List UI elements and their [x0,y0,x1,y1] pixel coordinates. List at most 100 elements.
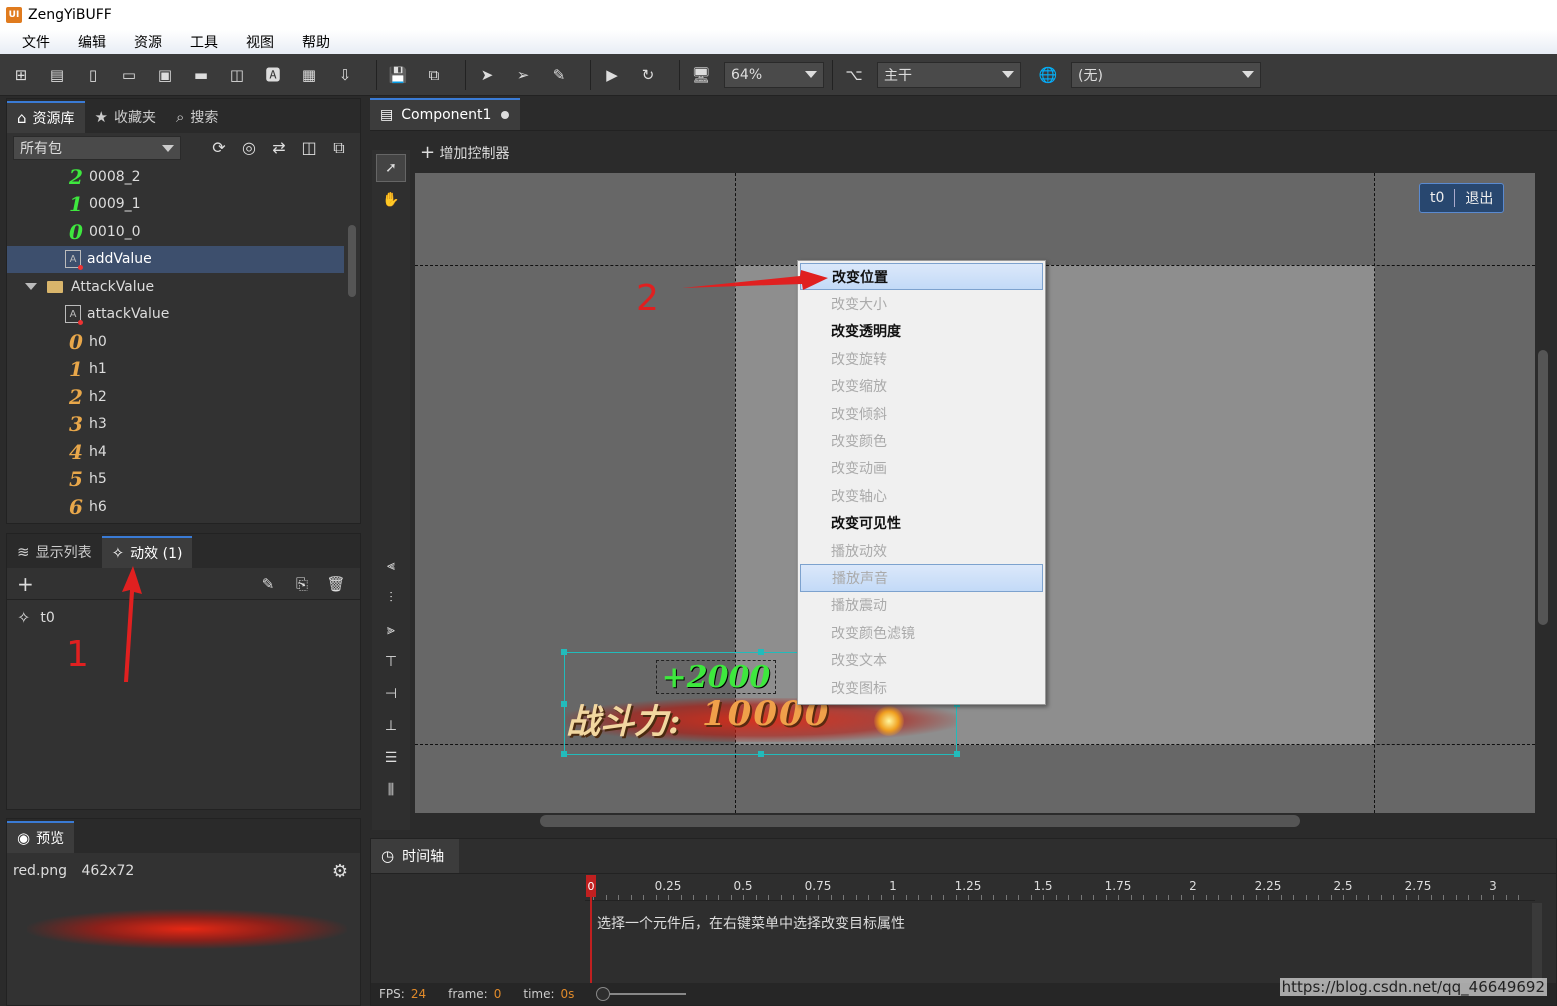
new-button-icon[interactable]: ▭ [116,62,142,88]
tree-item[interactable]: 2 h2 [7,383,344,411]
branch-select[interactable]: 主干 [877,61,1021,88]
language-select[interactable]: (无) [1071,61,1261,88]
context-menu-item[interactable]: 改变缩放 [800,373,1043,400]
tab-effects[interactable]: ✧ 动效 (1) [101,536,193,568]
context-menu-item[interactable]: 改变倾斜 [800,400,1043,427]
copy-icon[interactable]: ⎘ [292,575,312,593]
context-menu-item[interactable]: 改变位置 [800,263,1043,291]
align-center-icon[interactable]: ⫶ [376,584,406,612]
menu-help[interactable]: 帮助 [296,32,336,52]
package-select[interactable]: 所有包 [13,136,181,160]
context-menu-item[interactable]: 改变大小 [800,290,1043,317]
new-combo-icon[interactable]: ▣ [152,62,178,88]
context-menu-item[interactable]: 改变图标 [800,674,1043,701]
tab-search[interactable]: ⌕ 搜索 [165,101,229,133]
distribute-h-icon[interactable]: ⫼ [376,776,406,804]
controller-name[interactable]: t0 [1420,190,1454,206]
exit-button[interactable]: 退出 [1455,188,1503,208]
gear-icon[interactable]: ⚙ [332,861,348,882]
menu-resources[interactable]: 资源 [128,32,168,52]
new-component-icon[interactable]: ▤ [44,62,70,88]
tab-display-list[interactable]: ≋ 显示列表 [7,536,102,568]
stage-vscrollbar[interactable] [1538,350,1548,625]
tree-item[interactable]: AttackValue [7,273,344,301]
refresh-icon[interactable]: ⟳ [209,138,229,158]
tree-item[interactable]: 1 h1 [7,356,344,384]
new-progress-icon[interactable]: ▬ [188,62,214,88]
tree-item[interactable]: 2 0008_2 [7,163,344,191]
zoom-select[interactable]: 64% [724,61,824,88]
context-menu-item[interactable]: 播放动效 [800,537,1043,564]
locate-icon[interactable]: ◎ [239,138,259,158]
context-menu-item[interactable]: 改变文本 [800,646,1043,673]
globe-icon[interactable]: 🌐 [1035,62,1061,88]
save-all-icon[interactable]: ⧉ [421,62,447,88]
pointer-icon[interactable]: ➚ [376,154,406,182]
resize-handle[interactable] [758,751,764,757]
split-view-icon[interactable]: ◫ [299,138,319,158]
context-menu-item[interactable]: 改变旋转 [800,345,1043,372]
save-icon[interactable]: 💾 [385,62,411,88]
tab-timeline[interactable]: ◷ 时间轴 [371,839,459,873]
trash-icon[interactable]: 🗑 [326,575,346,593]
context-menu-item[interactable]: 改变轴心 [800,482,1043,509]
publish-settings-icon[interactable]: ✎ [546,62,572,88]
distribute-v-icon[interactable]: ☰ [376,744,406,772]
new-movieclip-icon[interactable]: ▦ [296,62,322,88]
new-slider-icon[interactable]: ◫ [224,62,250,88]
new-package-icon[interactable]: ⊞ [8,62,34,88]
edit-icon[interactable]: ✎ [258,575,278,593]
screen-icon[interactable]: 🖥 [688,62,714,88]
tab-preview[interactable]: ◉ 预览 [7,821,75,853]
swap-icon[interactable]: ⇄ [269,138,289,158]
stage-hscrollbar[interactable] [540,815,1300,827]
tab-favorites[interactable]: ★ 收藏夹 [84,101,166,133]
menu-view[interactable]: 视图 [240,32,280,52]
publish-icon[interactable]: ➤ [474,62,500,88]
tree-item[interactable]: 0 h0 [7,328,344,356]
align-bottom-icon[interactable]: ⊥ [376,712,406,740]
add-icon[interactable]: + [17,572,34,596]
add-controller-button[interactable]: + 增加控制器 [420,142,510,163]
tree-item[interactable]: 5 h5 [7,466,344,494]
tab-library[interactable]: ⌂ 资源库 [7,101,85,133]
resize-handle[interactable] [561,701,567,707]
resize-handle[interactable] [561,649,567,655]
context-menu-item[interactable]: 播放震动 [800,592,1043,619]
align-left-icon[interactable]: ⫷ [376,552,406,580]
branch-icon[interactable]: ⌥ [841,62,867,88]
resize-handle[interactable] [561,751,567,757]
context-menu-item[interactable]: 播放声音 [800,564,1043,592]
align-right-icon[interactable]: ⫸ [376,616,406,644]
resize-handle[interactable] [758,649,764,655]
timeline-scrollbar[interactable] [1532,903,1542,983]
menu-tools[interactable]: 工具 [184,32,224,52]
import-icon[interactable]: ⇩ [332,62,358,88]
menu-file[interactable]: 文件 [16,32,56,52]
tree-item[interactable]: 6 h6 [7,493,344,521]
tab-component1[interactable]: ▤ Component1 [370,98,520,130]
align-top-icon[interactable]: ⊤ [376,648,406,676]
context-menu-item[interactable]: 改变可见性 [800,510,1043,537]
new-font-icon[interactable]: 🅰 [260,62,286,88]
library-scrollbar[interactable] [348,225,356,297]
tree-item[interactable]: 1 0009_1 [7,191,344,219]
tree-item[interactable]: 3 h3 [7,411,344,439]
refresh-icon[interactable]: ↻ [635,62,661,88]
context-menu-item[interactable]: 改变颜色滤镜 [800,619,1043,646]
resize-handle[interactable] [954,751,960,757]
tree-item[interactable]: 4 h4 [7,438,344,466]
effect-item[interactable]: ✧ t0 [17,608,55,627]
menu-edit[interactable]: 编辑 [72,32,112,52]
timeline-ruler[interactable]: 0.25 0.5 0.75 1 1.25 1.5 1.75 2 2.25 2.5 2.75 3 [585,875,1535,901]
tree-item[interactable]: AattackValue [7,301,344,329]
playhead[interactable]: 0 [586,875,596,897]
publish-all-icon[interactable]: ➢ [510,62,536,88]
context-menu-item[interactable]: 改变颜色 [800,427,1043,454]
align-middle-icon[interactable]: ⊣ [376,680,406,708]
collapse-icon[interactable]: ⧉ [329,138,349,158]
context-menu-item[interactable]: 改变动画 [800,455,1043,482]
hand-icon[interactable]: ✋ [376,186,406,214]
tree-item[interactable]: AaddValue [7,245,344,273]
expand-arrow-icon[interactable] [25,283,37,291]
